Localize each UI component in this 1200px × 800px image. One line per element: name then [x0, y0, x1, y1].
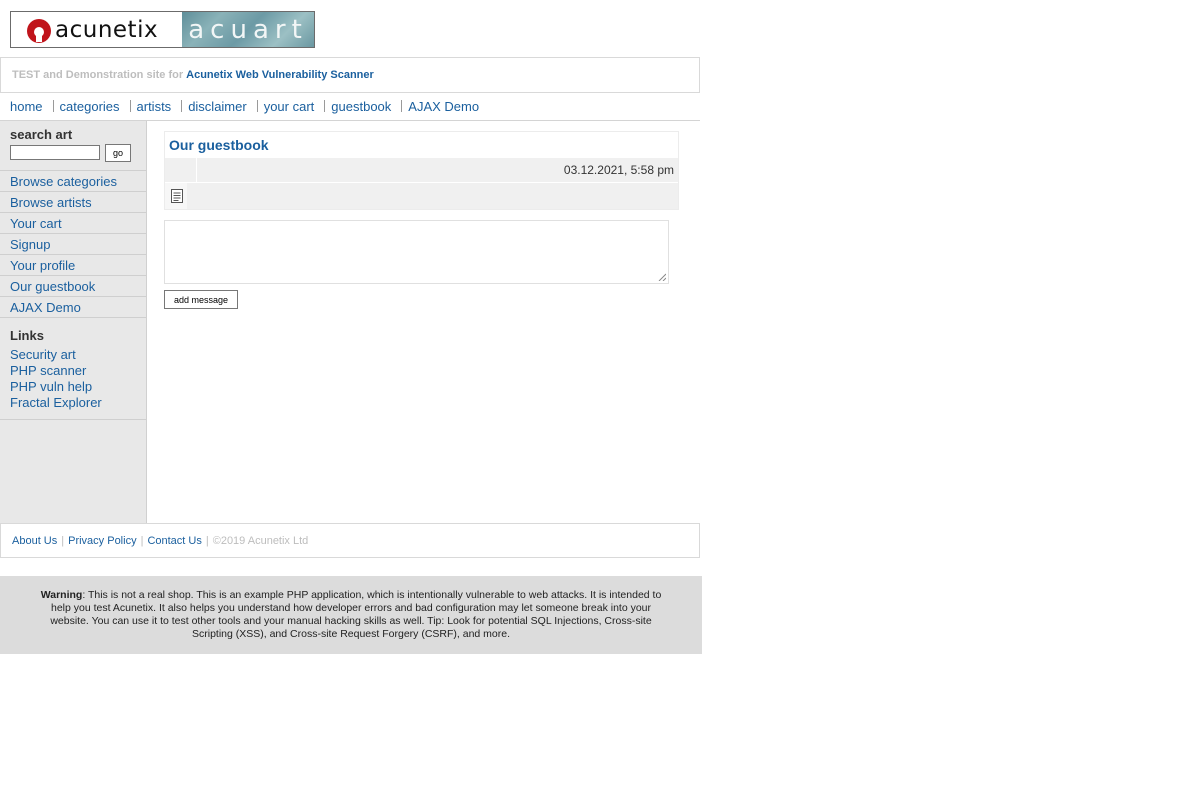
footer-privacy-policy[interactable]: Privacy Policy — [68, 535, 136, 547]
sidebar-item-your-profile[interactable]: Your profile — [0, 254, 146, 275]
message-textarea[interactable] — [164, 220, 669, 284]
guestbook-entry-header: 03.12.2021, 5:58 pm — [165, 158, 678, 182]
entry-author-cell — [165, 158, 197, 182]
acuart-logo: acuart — [182, 11, 315, 48]
search-go-button[interactable]: go — [105, 144, 131, 162]
sidebar-item-ajax-demo[interactable]: AJAX Demo — [0, 296, 146, 318]
nav-separator — [324, 100, 326, 112]
nav-guestbook[interactable]: guestbook — [331, 99, 391, 114]
sidebar-item-label[interactable]: Your cart — [10, 216, 62, 231]
sidebar-item-your-cart[interactable]: Your cart — [0, 212, 146, 233]
footer: About Us | Privacy Policy | Contact Us |… — [0, 523, 700, 558]
warning-banner: Warning: This is not a real shop. This i… — [0, 576, 702, 654]
top-strip-prefix: TEST and Demonstration site for — [12, 69, 184, 81]
guestbook-entry-body — [165, 183, 678, 209]
footer-contact-us[interactable]: Contact Us — [147, 535, 201, 547]
footer-copyright: ©2019 Acunetix Ltd — [212, 534, 309, 547]
entry-icon-cell — [165, 183, 187, 209]
links-title: Links — [10, 328, 44, 343]
footer-separator: | — [205, 534, 209, 547]
nav-separator — [52, 100, 54, 112]
footer-separator: | — [140, 534, 144, 547]
nav-categories[interactable]: categories — [60, 99, 120, 114]
nav-separator — [181, 100, 183, 112]
logo-left-word: acunetix — [55, 16, 159, 43]
sidebar-item-label[interactable]: Browse artists — [10, 195, 92, 210]
nav-artists[interactable]: artists — [137, 99, 172, 114]
sidebar-item-browse-categories[interactable]: Browse categories — [0, 170, 146, 191]
sidebar-item-label[interactable]: Signup — [10, 237, 50, 252]
top-nav: home categories artists disclaimer your … — [0, 92, 700, 121]
left-sidebar: search art go Browse categories Browse a… — [0, 121, 147, 523]
sidebar-item-label[interactable]: Your profile — [10, 258, 75, 273]
logo-right-word: acuart — [188, 14, 308, 45]
sidebar-divider — [0, 419, 146, 420]
document-icon — [171, 189, 183, 203]
search-title: search art — [10, 127, 73, 142]
nav-separator — [401, 100, 403, 112]
acunetix-logo: acunetix — [10, 11, 184, 48]
sidebar-item-browse-artists[interactable]: Browse artists — [0, 191, 146, 212]
link-php-vuln-help[interactable]: PHP vuln help — [10, 379, 102, 395]
footer-separator: | — [61, 534, 65, 547]
sidebar-item-signup[interactable]: Signup — [0, 233, 146, 254]
sidebar-item-our-guestbook[interactable]: Our guestbook — [0, 275, 146, 296]
search-input[interactable] — [10, 145, 100, 160]
top-strip-brand-link[interactable]: Acunetix Web Vulnerability Scanner — [186, 69, 374, 81]
links-list: Security art PHP scanner PHP vuln help F… — [10, 347, 102, 411]
footer-about-us[interactable]: About Us — [12, 535, 57, 547]
guestbook-panel: Our guestbook 03.12.2021, 5:58 pm — [164, 131, 679, 210]
link-fractal-explorer[interactable]: Fractal Explorer — [10, 395, 102, 411]
entry-date: 03.12.2021, 5:58 pm — [563, 163, 674, 177]
nav-ajax-demo[interactable]: AJAX Demo — [408, 99, 479, 114]
acunetix-logo-icon — [27, 18, 51, 43]
nav-separator — [129, 100, 131, 112]
warning-text: : This is not a real shop. This is an ex… — [50, 589, 662, 640]
nav-home[interactable]: home — [10, 99, 43, 114]
sidebar-item-label[interactable]: Our guestbook — [10, 279, 95, 294]
resize-grip-icon[interactable] — [658, 273, 666, 281]
warning-text-block: Warning: This is not a real shop. This i… — [40, 589, 662, 641]
add-message-button[interactable]: add message — [164, 290, 238, 309]
sidebar-item-label[interactable]: AJAX Demo — [10, 300, 81, 315]
nav-separator — [256, 100, 258, 112]
sidebar-menu: Browse categories Browse artists Your ca… — [0, 170, 146, 318]
warning-label: Warning — [40, 589, 83, 601]
page-title: Our guestbook — [169, 137, 269, 153]
nav-your-cart[interactable]: your cart — [264, 99, 315, 114]
top-strip: TEST and Demonstration site for Acunetix… — [0, 57, 700, 93]
link-php-scanner[interactable]: PHP scanner — [10, 363, 102, 379]
link-security-art[interactable]: Security art — [10, 347, 102, 363]
site-logo[interactable]: acunetix acuart — [10, 11, 316, 48]
nav-disclaimer[interactable]: disclaimer — [188, 99, 247, 114]
sidebar-item-label[interactable]: Browse categories — [10, 174, 117, 189]
